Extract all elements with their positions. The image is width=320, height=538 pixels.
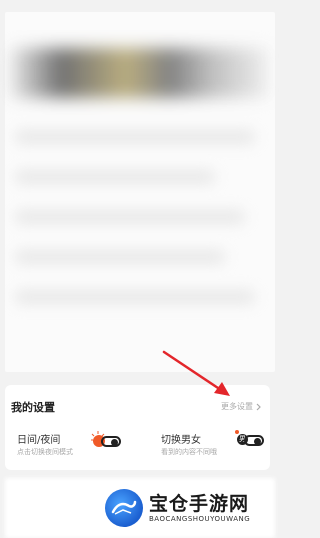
sun-toggle-icon[interactable] [91,431,121,449]
gender-title: 切换男女 [161,435,201,446]
day-night-subtitle: 点击切换夜间模式 [17,448,73,456]
day-night-setting[interactable]: 日间/夜间 点击切换夜间模式 [5,425,135,465]
my-settings-panel: 我的设置 更多设置 日间/夜间 点击切换夜间模式 切换男女 看到的内容不同哦 男 [5,385,270,470]
day-night-switch[interactable] [101,436,121,447]
blurred-content-lines [15,130,265,350]
switch-knob [111,439,118,446]
blurred-banner [10,48,268,98]
dragon-emblem-icon [111,500,137,515]
switch-knob [254,438,261,445]
day-night-title: 日间/夜间 [17,435,61,446]
chevron-right-icon [256,403,261,410]
gender-toggle-icon[interactable]: 男 [235,430,265,448]
site-watermark: 宝仓手游网 BAOCANGSHOUYOUWANG [105,488,275,528]
gender-switch[interactable] [244,435,264,446]
watermark-name-en: BAOCANGSHOUYOUWANG [149,515,251,523]
more-settings-label: 更多设置 [221,402,253,411]
more-settings-link[interactable]: 更多设置 [221,401,262,412]
settings-title: 我的设置 [11,401,55,414]
watermark-name-cn: 宝仓手游网 [149,493,250,515]
watermark-logo-icon [105,489,143,527]
gender-subtitle: 看到的内容不同哦 [161,448,217,456]
watermark-text: 宝仓手游网 BAOCANGSHOUYOUWANG [149,493,250,523]
badge-dot-icon [235,430,239,434]
gender-setting[interactable]: 切换男女 看到的内容不同哦 男 [145,425,270,465]
